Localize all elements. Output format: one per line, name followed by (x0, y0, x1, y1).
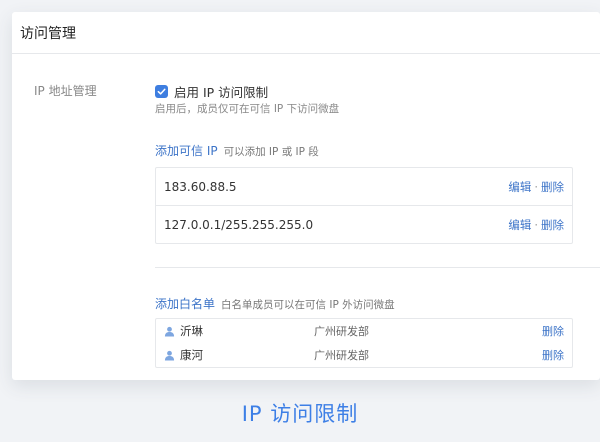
delete-button[interactable]: 删除 (542, 347, 564, 363)
row-actions: 编辑 · 删除 (508, 217, 564, 233)
user-icon (164, 326, 175, 337)
ip-address: 183.60.88.5 (164, 179, 237, 194)
action-separator: · (534, 179, 538, 194)
trusted-ip-header: 添加可信 IP 可以添加 IP 或 IP 段 (155, 142, 319, 159)
add-whitelist-link[interactable]: 添加白名单 (155, 295, 215, 312)
add-trusted-ip-link[interactable]: 添加可信 IP (155, 142, 218, 159)
delete-button[interactable]: 删除 (542, 323, 564, 339)
whitelist-subtitle: 白名单成员可以在可信 IP 外访问微盘 (221, 299, 395, 311)
checkbox-checked-icon (155, 85, 168, 98)
member-name: 康河 (180, 348, 203, 362)
trusted-ip-subtitle: 可以添加 IP 或 IP 段 (223, 146, 319, 158)
ip-address: 127.0.0.1/255.255.255.0 (164, 217, 314, 232)
member-department: 广州研发部 (314, 349, 369, 362)
member-name-cell: 康河 (164, 347, 314, 363)
user-icon (164, 350, 175, 361)
delete-button[interactable]: 删除 (541, 180, 564, 194)
table-row: 183.60.88.5 编辑 · 删除 (156, 168, 572, 205)
member-name: 沂琳 (180, 324, 203, 338)
feature-caption: IP 访问限制 (241, 402, 359, 426)
member-name-cell: 沂琳 (164, 323, 314, 339)
ip-address-management-label: IP 地址管理 (34, 84, 97, 98)
enable-ip-restriction-label: 启用 IP 访问限制 (174, 85, 269, 100)
trusted-ip-table: 183.60.88.5 编辑 · 删除 127.0.0.1/255.255.255.… (155, 167, 573, 244)
action-separator: · (534, 217, 538, 232)
whitelist-table: 沂琳 广州研发部 删除 康河 广州研发部 删除 (155, 318, 573, 368)
list-item: 康河 广州研发部 删除 (156, 343, 572, 367)
edit-button[interactable]: 编辑 (508, 218, 531, 232)
enable-ip-restriction-checkbox[interactable]: 启用 IP 访问限制 (155, 82, 268, 101)
member-department: 广州研发部 (314, 325, 369, 338)
whitelist-header: 添加白名单 白名单成员可以在可信 IP 外访问微盘 (155, 295, 395, 312)
page-title: 访问管理 (12, 12, 600, 54)
ip-restriction-hint: 启用后，成员仅可在可信 IP 下访问微盘 (155, 103, 340, 115)
row-actions: 编辑 · 删除 (508, 179, 564, 195)
edit-button[interactable]: 编辑 (508, 180, 531, 194)
list-item: 沂琳 广州研发部 删除 (156, 319, 572, 343)
delete-button[interactable]: 删除 (541, 218, 564, 232)
table-row: 127.0.0.1/255.255.255.0 编辑 · 删除 (156, 205, 572, 243)
section-divider (155, 267, 600, 268)
access-management-card: 访问管理 IP 地址管理 启用 IP 访问限制 启用后，成员仅可在可信 IP 下… (12, 12, 600, 380)
